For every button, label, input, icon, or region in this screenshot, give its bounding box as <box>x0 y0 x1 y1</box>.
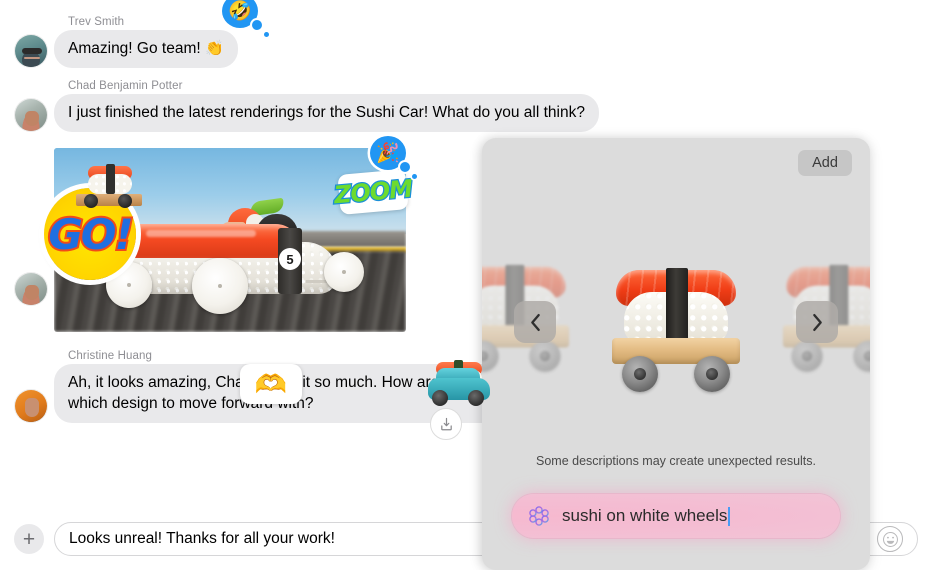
message-row: I just finished the latest renderings fo… <box>14 94 932 132</box>
message-row: Amazing! Go team! 👏 🤣 <box>14 0 932 68</box>
tapback-emoji: 🎉 <box>376 143 400 164</box>
carousel-next-button[interactable] <box>796 301 838 343</box>
download-icon <box>440 417 452 430</box>
carousel-current-image[interactable] <box>596 246 756 396</box>
disclaimer-text: Some descriptions may create unexpected … <box>536 454 816 468</box>
avatar[interactable] <box>14 98 48 132</box>
message-group-chad: Chad Benjamin Potter I just finished the… <box>0 80 932 132</box>
tapback-celebrate[interactable]: 🎉 <box>370 136 417 179</box>
avatar[interactable] <box>14 272 48 306</box>
message-bubble[interactable]: I just finished the latest renderings fo… <box>49 94 599 132</box>
heart-hands-emoji: 🫶 <box>254 368 288 399</box>
photo-attachment[interactable]: 5 GO! ZOOM 🫶 🎉 <box>44 136 490 406</box>
plus-icon: + <box>22 527 36 551</box>
heart-hands-sticker[interactable]: 🫶 <box>240 364 302 404</box>
emoji-picker-button[interactable] <box>877 526 903 552</box>
avatar[interactable] <box>14 34 48 68</box>
add-button[interactable]: Add <box>798 150 852 176</box>
tapback-emoji: 🤣 <box>228 1 252 22</box>
smiley-icon <box>882 531 898 547</box>
sushi-race-car-illustration: 5 <box>100 197 368 318</box>
add-button-label: Add <box>812 155 838 171</box>
message-text: I just finished the latest renderings fo… <box>68 104 585 121</box>
image-playground-panel[interactable]: Add Some descriptions may create unexpec… <box>482 138 870 570</box>
text-caret <box>728 506 731 526</box>
message-input-value: Looks unreal! Thanks for all your work! <box>69 530 335 547</box>
tapback-laugh[interactable]: 🤣 <box>222 0 269 37</box>
add-attachment-button[interactable]: + <box>14 524 44 554</box>
image-carousel[interactable] <box>482 246 870 416</box>
sushi-cart-sticker[interactable] <box>76 160 144 208</box>
message-group-trev: Trev Smith Amazing! Go team! 👏 🤣 <box>0 0 932 68</box>
prompt-input-value: sushi on white wheels <box>562 506 728 525</box>
chevron-left-icon <box>530 313 540 331</box>
chevron-right-icon <box>812 313 822 331</box>
avatar[interactable] <box>14 389 48 423</box>
carousel-previous-button[interactable] <box>514 301 556 343</box>
clap-emoji: 👏 <box>204 40 224 57</box>
zoom-sticker-label: ZOOM <box>332 173 415 210</box>
blue-sushi-car-sticker[interactable] <box>426 360 492 406</box>
prompt-input[interactable]: sushi on white wheels <box>512 494 840 538</box>
sender-name: Trev Smith <box>68 16 125 28</box>
save-photo-button[interactable] <box>430 408 462 440</box>
messages-window: Trev Smith Amazing! Go team! 👏 🤣 Chad Be… <box>0 0 932 570</box>
message-bubble[interactable]: Amazing! Go team! 👏 <box>49 30 238 68</box>
go-sticker-label: GO! <box>46 208 135 261</box>
image-playground-icon <box>529 506 549 526</box>
zoom-sticker[interactable]: ZOOM <box>332 169 414 215</box>
message-text: Amazing! Go team! <box>68 40 205 57</box>
sender-name: Chad Benjamin Potter <box>68 80 183 92</box>
car-number: 5 <box>279 248 301 270</box>
